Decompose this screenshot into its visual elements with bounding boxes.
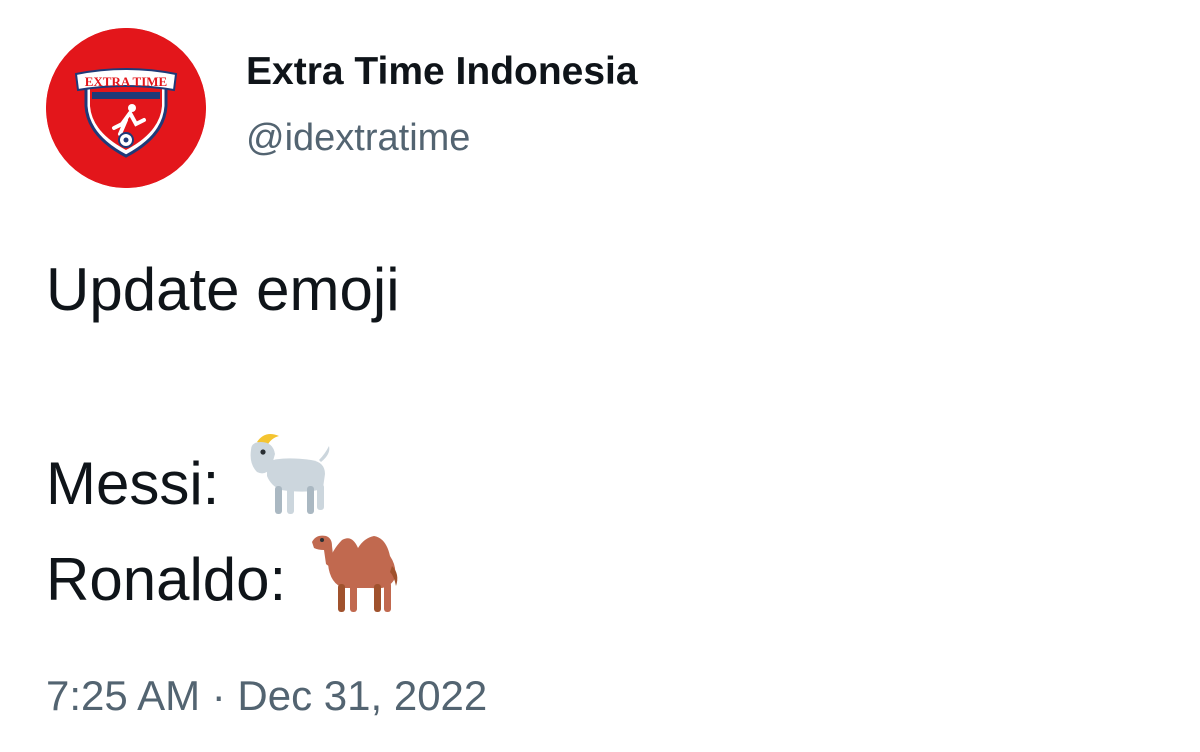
display-name[interactable]: Extra Time Indonesia xyxy=(246,48,638,96)
extra-time-logo-icon: EXTRA TIME xyxy=(46,28,206,188)
tweet-text: Update emoji xyxy=(46,256,400,323)
goat-icon xyxy=(241,428,333,536)
tweet-text-line: Update emoji xyxy=(46,254,400,326)
tweet-text-line: Messi: xyxy=(46,434,333,542)
tweet-timestamp[interactable]: 7:25 AM · Dec 31, 2022 xyxy=(46,670,487,722)
tweet-text-line: Ronaldo: xyxy=(46,530,400,638)
user-handle[interactable]: @idextratime xyxy=(246,114,470,162)
avatar[interactable]: EXTRA TIME xyxy=(46,28,206,188)
tweet-text: Messi: xyxy=(46,449,220,517)
camel-icon xyxy=(308,524,400,632)
tweet-card: EXTRA TIME Extra Time Indonesia @idextra… xyxy=(0,0,1200,752)
svg-text:EXTRA TIME: EXTRA TIME xyxy=(85,74,167,89)
tweet-text: Ronaldo: xyxy=(46,545,287,613)
